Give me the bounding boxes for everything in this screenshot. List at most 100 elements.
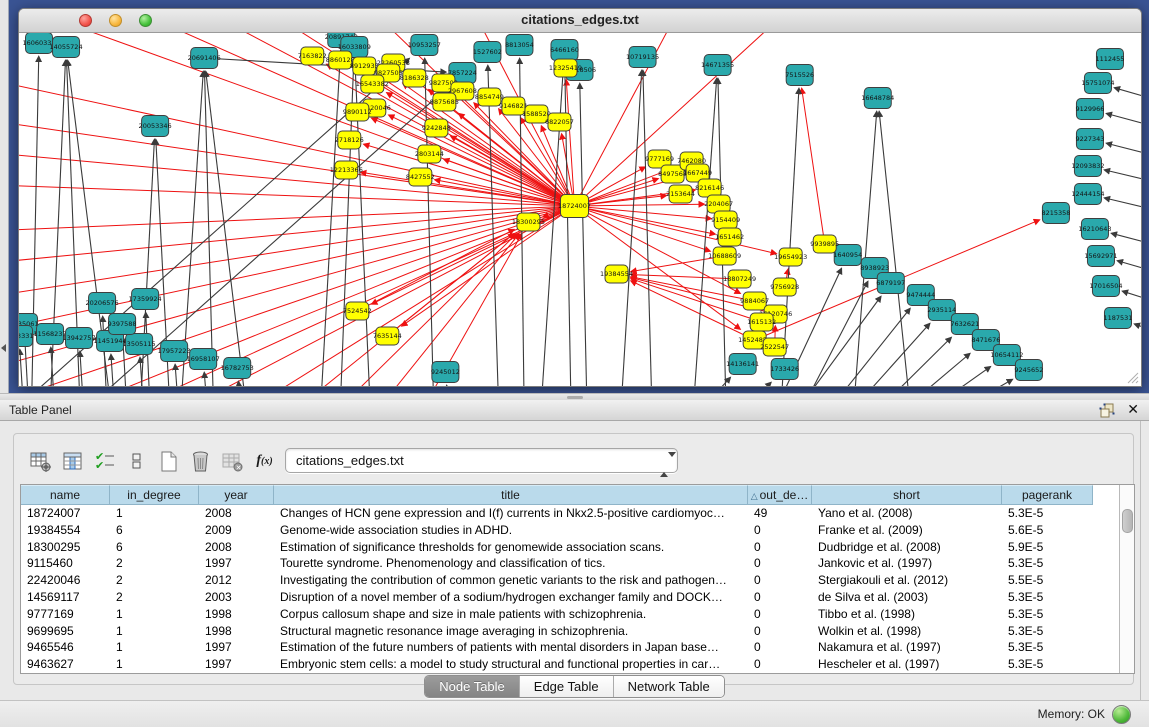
graph-node[interactable]: 20053346 (139, 116, 172, 137)
table-row[interactable]: 1456911722003Disruption of a novel membe… (21, 589, 1134, 606)
graph-node[interactable]: 6466160 (550, 40, 579, 61)
graph-node[interactable]: 9397588 (108, 314, 137, 335)
graph-node[interactable]: 20691406 (188, 48, 221, 69)
table-row[interactable]: 1938455462009Genome-wide association stu… (21, 522, 1134, 539)
graph-node[interactable]: 12325419 (549, 59, 582, 77)
float-window-icon[interactable] (1099, 403, 1115, 418)
graph-node[interactable]: 10953257 (408, 35, 441, 56)
delete-column-icon[interactable] (188, 448, 213, 474)
graph-node[interactable]: 9245652 (1014, 360, 1043, 381)
graph-node[interactable]: 9875685 (430, 93, 459, 111)
column-header-title[interactable]: title (274, 485, 748, 505)
graph-node[interactable]: 15692971 (1084, 246, 1117, 267)
table-row[interactable]: 1830029562008Estimation of significance … (21, 539, 1134, 556)
graph-edge[interactable] (175, 365, 180, 387)
delete-table-icon[interactable]: ✕ (220, 448, 245, 474)
graph-edge[interactable] (1106, 143, 1141, 157)
graph-node[interactable]: 8186328 (400, 69, 429, 87)
graph-node[interactable]: 16543382 (356, 75, 389, 93)
tab-network-table[interactable]: Network Table (614, 676, 724, 697)
graph-node[interactable]: 16958107 (187, 349, 220, 370)
graph-edge[interactable] (488, 66, 500, 387)
graph-node[interactable]: 1733426 (770, 359, 799, 380)
graph-node[interactable]: 10688609 (708, 247, 741, 265)
graph-edge[interactable] (1117, 261, 1141, 273)
graph-node[interactable]: 14671355 (701, 55, 734, 76)
graph-edge[interactable] (111, 355, 116, 387)
row-height-icon[interactable] (124, 448, 149, 474)
graph-node[interactable]: 14136141 (726, 354, 759, 375)
graph-node[interactable]: 16782753 (221, 358, 254, 379)
vertical-scrollbar[interactable] (1119, 485, 1134, 673)
graph-node[interactable]: 9939895 (810, 235, 839, 253)
graph-node[interactable]: 9245012 (431, 362, 460, 383)
graph-edge[interactable] (447, 386, 452, 387)
graph-node[interactable]: 1527602 (473, 42, 502, 63)
graph-node[interactable]: 7524542 (343, 302, 372, 320)
graph-edge[interactable] (802, 89, 825, 245)
graph-edge[interactable] (876, 354, 970, 387)
graph-node[interactable]: 9756928 (770, 278, 799, 296)
graph-node[interactable]: 12444154 (1071, 184, 1104, 205)
window-titlebar[interactable]: citations_edges.txt (19, 9, 1141, 33)
network-graph[interactable]: 1606033814055724206914062089174316033809… (19, 33, 1141, 386)
graph-node[interactable]: 2204067 (704, 195, 733, 213)
graph-node[interactable]: 18300295 (512, 213, 545, 231)
table-row[interactable]: 977716911998Corpus callosum shape and si… (21, 606, 1134, 623)
column-header-out_de[interactable]: △out_de… (748, 485, 812, 505)
table-row[interactable]: 2242004622012Investigating the contribut… (21, 572, 1134, 589)
graph-edge[interactable] (206, 72, 249, 387)
graph-edge[interactable] (238, 382, 243, 387)
graph-node[interactable]: 1187531 (1103, 308, 1132, 329)
graph-edge[interactable] (80, 352, 85, 387)
graph-node[interactable]: 10719135 (626, 47, 659, 68)
graph-node[interactable]: 13505115 (123, 334, 156, 355)
graph-node[interactable]: 19654923 (774, 248, 807, 266)
graph-node[interactable]: 12093832 (1071, 156, 1104, 177)
graph-edge[interactable] (574, 206, 776, 254)
graph-node[interactable]: 20206576 (86, 293, 119, 314)
graph-edge[interactable] (1111, 233, 1141, 246)
graph-node[interactable]: 8215358 (1041, 203, 1070, 224)
create-column-icon[interactable] (156, 448, 181, 474)
graph-edge[interactable] (179, 72, 203, 387)
graph-node[interactable]: 8216146 (695, 179, 724, 197)
table-selector-dropdown[interactable]: citations_edges.txt (285, 448, 678, 473)
graph-node[interactable]: 9129966 (1075, 99, 1104, 120)
memory-status-led[interactable] (1112, 705, 1131, 724)
graph-edge[interactable] (1106, 113, 1141, 128)
table-row[interactable]: 911546021997Tourette syndrome. Phenomeno… (21, 555, 1134, 572)
graph-edge[interactable] (219, 206, 574, 386)
graph-node[interactable]: 16648784 (861, 88, 894, 109)
column-header-name[interactable]: name (21, 485, 110, 505)
graph-node[interactable]: 6879197 (876, 273, 905, 294)
graph-node[interactable]: 1615132 (747, 313, 776, 331)
column-header-year[interactable]: year (199, 485, 274, 505)
table-row[interactable]: 946362711997Embryonic stem cells: a mode… (21, 656, 1134, 673)
graph-node[interactable]: 2153644 (666, 185, 695, 203)
close-panel-icon[interactable]: ✕ (1127, 401, 1139, 418)
graph-edge[interactable] (357, 230, 514, 311)
graph-node[interactable]: 6822057 (545, 113, 574, 131)
graph-node[interactable]: 15751074 (1081, 73, 1114, 94)
table-row[interactable]: 946554611997Estimation of the future num… (21, 639, 1134, 656)
graph-edge[interactable] (879, 112, 913, 387)
column-header-in_degree[interactable]: in_degree (110, 485, 199, 505)
network-canvas[interactable]: 1606033814055724206914062089174316033809… (19, 33, 1141, 386)
tab-node-table[interactable]: Node Table (425, 676, 520, 697)
graph-node[interactable]: 17016504 (1089, 276, 1122, 297)
collapse-arrow-icon[interactable] (1, 344, 6, 352)
graph-edge[interactable] (1134, 324, 1141, 335)
function-builder-icon[interactable]: f(x) (252, 448, 277, 474)
table-row[interactable]: 969969511998Structural magnetic resonanc… (21, 623, 1134, 640)
column-header-short[interactable]: short (812, 485, 1002, 505)
graph-node[interactable]: 13942757 (62, 328, 95, 349)
selection-mode-icon[interactable]: ✔ ✔ (92, 448, 117, 474)
graph-node[interactable]: 8427552 (406, 168, 435, 186)
graph-edge[interactable] (720, 383, 771, 387)
graph-node-hub[interactable]: 18724007 (558, 195, 591, 218)
graph-edge[interactable] (1104, 198, 1141, 211)
network-view-window[interactable]: citations_edges.txt 16060338140557242069… (18, 8, 1142, 387)
graph-node[interactable]: 18807249 (723, 270, 756, 288)
graph-node[interactable]: 7515526 (785, 65, 814, 86)
